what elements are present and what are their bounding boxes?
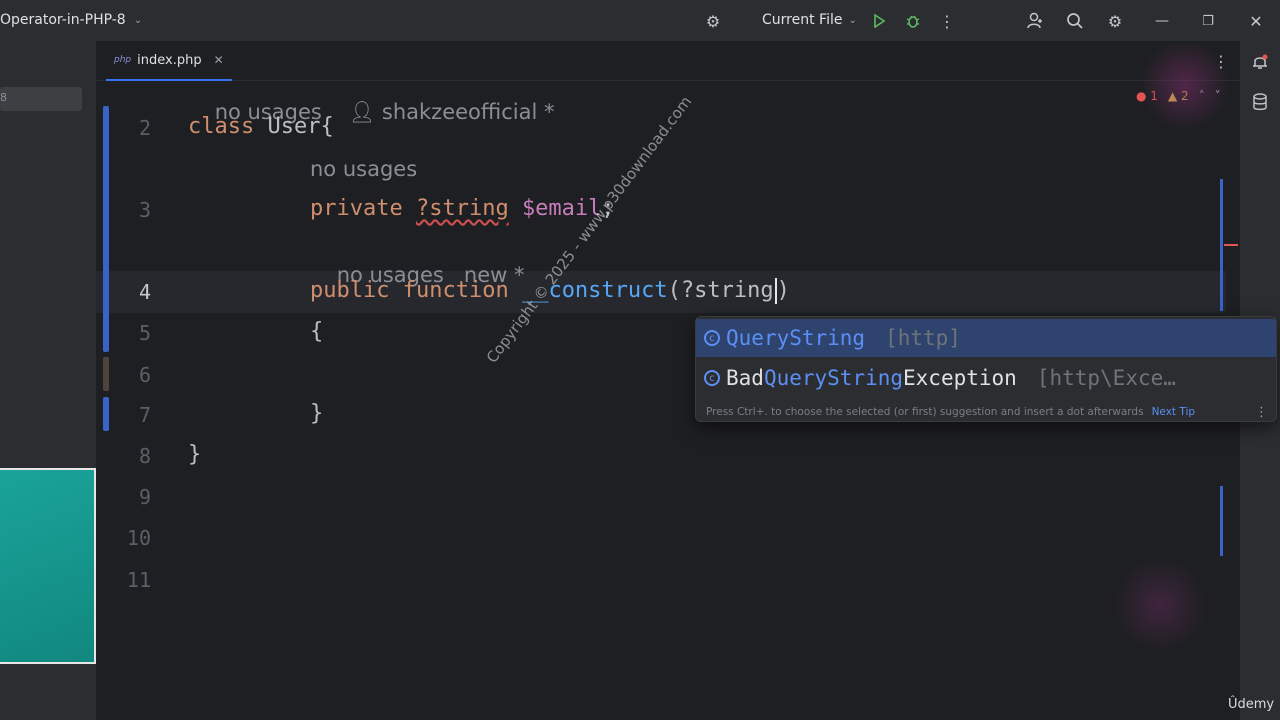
line-number: 9 [138,485,151,509]
close-tab-icon[interactable]: ✕ [214,53,224,67]
tab-index-php[interactable]: php index.php ✕ [106,41,232,81]
code-line-2: class User{ [188,114,334,139]
class-icon: c [704,330,720,346]
debug-icon[interactable] [902,10,924,32]
author-icon: 👤︎ [348,100,382,124]
php-file-icon: php [114,55,132,65]
next-tip-link[interactable]: Next Tip [1152,406,1195,418]
line-number: 7 [138,403,151,427]
add-user-icon[interactable] [1024,10,1046,32]
close-window-icon[interactable]: ✕ [1245,10,1267,32]
vcs-change-marker [103,106,109,352]
run-config-selector[interactable]: Current File ⌄ [762,12,857,28]
completion-item[interactable]: c Bad QueryString Exception [http\Exce… [696,359,1276,397]
code-line-3: private ?string $email; [310,196,615,221]
completion-item[interactable]: c Query String [http] [696,319,1276,357]
editor-tab-bar: php index.php ✕ ⋮ [96,41,1240,81]
more-vertical-icon[interactable]: ⋮ [936,10,958,32]
restore-icon[interactable]: ❐ [1197,10,1219,32]
project-selector[interactable]: Operator-in-PHP-8 ⌄ [0,12,142,28]
line-number: 8 [138,444,151,468]
search-icon[interactable] [1064,10,1086,32]
watermark-logo [1110,560,1210,650]
project-tree-selected-item[interactable]: 8 [0,87,82,111]
line-number: 5 [138,321,151,345]
completion-footer: Press Ctrl+. to choose the selected (or … [706,404,1268,420]
chevron-down-icon: ⌄ [133,14,143,26]
title-bar: Operator-in-PHP-8 ⌄ ⚙ Current File ⌄ ⋮ ⚙… [0,0,1280,41]
webcam-overlay [0,468,96,664]
bug-settings-icon[interactable]: ⚙ [702,10,724,32]
run-config-label: Current File [762,12,843,28]
code-line-8: } [188,442,202,467]
tab-label: index.php [137,52,202,68]
scrollbar-change-marks [1220,486,1223,556]
project-name: Operator-in-PHP-8 [0,12,126,28]
run-icon[interactable] [868,10,890,32]
watermark-logo [1140,40,1230,130]
scrollbar-error-mark[interactable] [1224,244,1238,246]
line-number: 3 [138,198,151,222]
line-number: 10 [126,526,151,550]
settings-gear-icon[interactable]: ⚙ [1104,10,1126,32]
code-line-7: } [310,401,324,426]
minimize-icon[interactable]: — [1151,10,1173,32]
completion-popup: c Query String [http] c Bad QueryString Exc… [695,316,1277,422]
class-icon: c [704,370,720,386]
more-vertical-icon[interactable]: ⋮ [1255,405,1268,420]
line-number: 11 [126,568,151,592]
chevron-down-icon: ⌄ [848,14,857,26]
code-line-5: { [310,319,324,344]
scrollbar-change-marks [1220,179,1223,311]
udemy-brand: Ûdemy [1228,697,1275,712]
notifications-icon[interactable] [1249,51,1271,73]
line-number: 2 [138,116,151,140]
line-number-active: 4 [138,280,151,304]
database-icon[interactable] [1249,91,1271,113]
line-number: 6 [138,363,151,387]
code-vision-hint[interactable]: no usages [310,157,417,181]
